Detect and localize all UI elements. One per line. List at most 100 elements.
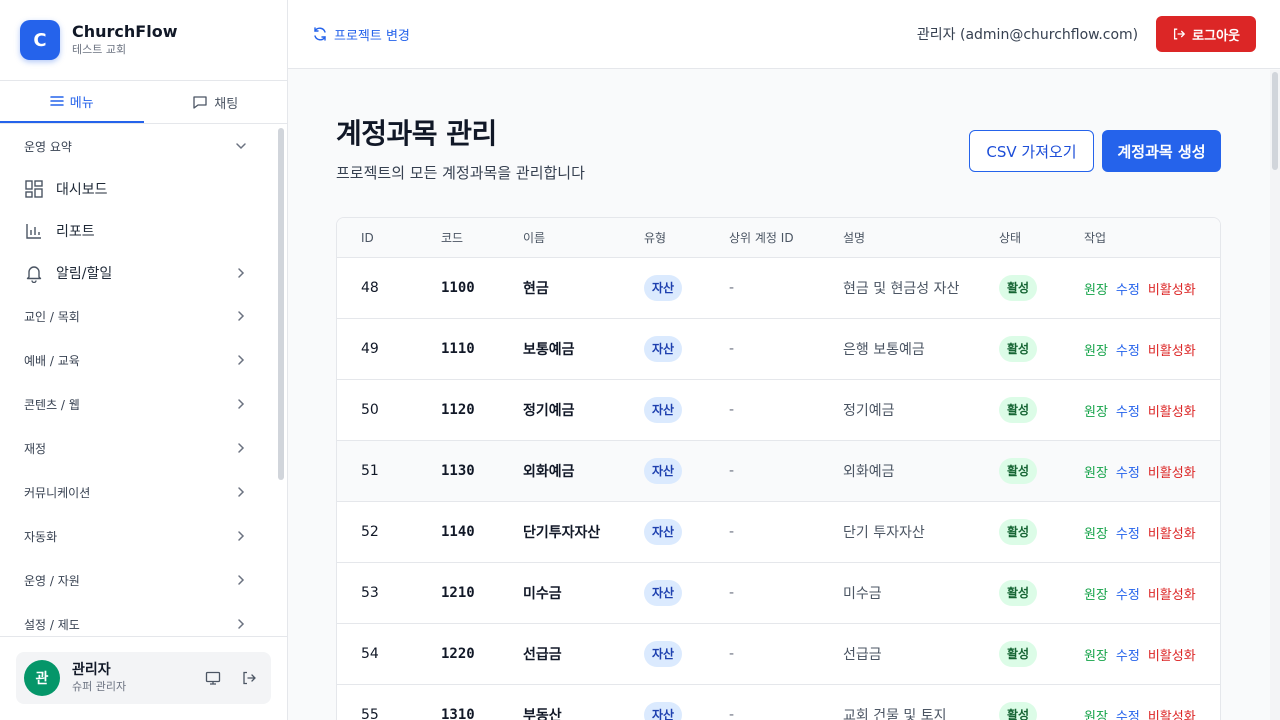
deactivate-link[interactable]: 비활성화: [1148, 523, 1196, 542]
cell-desc: 외화예금: [843, 464, 895, 480]
cell-code: 1100: [441, 280, 475, 296]
ledger-link[interactable]: 원장: [1084, 462, 1108, 481]
logout-icon[interactable]: [235, 664, 263, 692]
nav-group[interactable]: 자동화: [0, 514, 276, 558]
user-role: 슈퍼 관리자: [72, 680, 127, 693]
sidebar-item-reports[interactable]: 리포트: [0, 210, 276, 252]
cell-desc: 단기 투자자산: [843, 525, 925, 541]
nav-group[interactable]: 교인 / 목회: [0, 294, 276, 338]
deactivate-link[interactable]: 비활성화: [1148, 401, 1196, 420]
deactivate-link[interactable]: 비활성화: [1148, 279, 1196, 298]
tab-menu[interactable]: 메뉴: [0, 81, 144, 123]
ledger-link[interactable]: 원장: [1084, 279, 1108, 298]
edit-link[interactable]: 수정: [1116, 645, 1140, 664]
deactivate-link[interactable]: 비활성화: [1148, 584, 1196, 603]
nav-group[interactable]: 커뮤니케이션: [0, 470, 276, 514]
column-header-name: 이름: [523, 231, 546, 245]
ledger-link[interactable]: 원장: [1084, 645, 1108, 664]
deactivate-link[interactable]: 비활성화: [1148, 340, 1196, 359]
side-tabs: 메뉴 채팅: [0, 81, 287, 124]
nav-group[interactable]: 예배 / 교육: [0, 338, 276, 382]
cell-id: 51: [361, 463, 379, 479]
csv-import-button[interactable]: CSV 가져오기: [969, 130, 1094, 172]
deactivate-link[interactable]: 비활성화: [1148, 462, 1196, 481]
ledger-link[interactable]: 원장: [1084, 584, 1108, 603]
status-badge: 활성: [999, 519, 1038, 545]
cell-id: 55: [361, 707, 379, 720]
status-badge: 활성: [999, 458, 1038, 484]
cell-name: 선급금: [523, 647, 562, 663]
chevron-right-icon: [234, 353, 248, 367]
logout-button[interactable]: 로그아웃: [1156, 16, 1256, 52]
ledger-link[interactable]: 원장: [1084, 401, 1108, 420]
tab-chat[interactable]: 채팅: [144, 81, 288, 123]
project-switch-label: 프로젝트 변경: [334, 28, 410, 44]
logout-icon: [1172, 27, 1186, 41]
nav-group-label: 재정: [24, 441, 47, 456]
logout-label: 로그아웃: [1192, 28, 1240, 44]
column-header-code: 코드: [441, 231, 464, 245]
edit-link[interactable]: 수정: [1116, 584, 1140, 603]
menu-icon: [50, 94, 64, 108]
table-row: 53 1210 미수금 자산 - 미수금 활성 원장 수정 비활성화: [337, 563, 1220, 624]
nav-group[interactable]: 설정 / 제도: [0, 602, 276, 636]
main-scrollbar[interactable]: [1272, 72, 1278, 170]
type-badge: 자산: [644, 397, 683, 423]
table-row: 55 1310 부동산 자산 - 교회 건물 및 토지 활성 원장 수정 비활성화: [337, 685, 1220, 720]
nav-group[interactable]: 재정: [0, 426, 276, 470]
nav-group-label: 예배 / 교육: [24, 353, 80, 368]
project-switch-button[interactable]: 프로젝트 변경: [312, 25, 410, 44]
nav-group-label: 설정 / 제도: [24, 617, 80, 632]
cell-code: 1310: [441, 707, 475, 720]
deactivate-link[interactable]: 비활성화: [1148, 706, 1196, 720]
status-badge: 활성: [999, 397, 1038, 423]
edit-link[interactable]: 수정: [1116, 462, 1140, 481]
nav-group[interactable]: 운영 / 자원: [0, 558, 276, 602]
edit-link[interactable]: 수정: [1116, 340, 1140, 359]
nav-group[interactable]: 콘텐츠 / 웹: [0, 382, 276, 426]
type-badge: 자산: [644, 580, 683, 606]
chevron-right-icon: [234, 485, 248, 499]
nav-group-summary[interactable]: 운영 요약: [0, 124, 276, 168]
cell-desc: 미수금: [843, 586, 882, 602]
edit-link[interactable]: 수정: [1116, 401, 1140, 420]
status-badge: 활성: [999, 580, 1038, 606]
column-header-status: 상태: [999, 231, 1022, 245]
create-account-button[interactable]: 계정과목 생성: [1102, 130, 1221, 172]
status-badge: 활성: [999, 702, 1038, 720]
nav-group-label: 교인 / 목회: [24, 309, 80, 324]
monitor-icon[interactable]: [199, 664, 227, 692]
deactivate-link[interactable]: 비활성화: [1148, 645, 1196, 664]
cell-desc: 은행 보통예금: [843, 342, 925, 358]
cell-id: 49: [361, 341, 379, 357]
cell-name: 외화예금: [523, 464, 575, 480]
ledger-link[interactable]: 원장: [1084, 340, 1108, 359]
sidebar-scrollbar[interactable]: [278, 128, 284, 480]
chevron-right-icon: [234, 397, 248, 411]
sidebar-item-dashboard[interactable]: 대시보드: [0, 168, 276, 210]
cell-parent: -: [729, 524, 735, 540]
cell-name: 부동산: [523, 708, 562, 720]
cell-parent: -: [729, 280, 735, 296]
edit-link[interactable]: 수정: [1116, 706, 1140, 720]
cell-code: 1210: [441, 585, 475, 601]
chart-icon: [24, 221, 44, 241]
type-badge: 자산: [644, 519, 683, 545]
nav-group-label: 운영 / 자원: [24, 573, 80, 588]
status-badge: 활성: [999, 275, 1038, 301]
cell-name: 단기투자자산: [523, 525, 601, 541]
column-header-parent: 상위 계정 ID: [729, 231, 794, 245]
chevron-right-icon: [234, 266, 248, 280]
ledger-link[interactable]: 원장: [1084, 523, 1108, 542]
edit-link[interactable]: 수정: [1116, 523, 1140, 542]
ledger-link[interactable]: 원장: [1084, 706, 1108, 720]
cell-desc: 교회 건물 및 토지: [843, 708, 947, 720]
cell-parent: -: [729, 402, 735, 418]
sidebar-item-alerts[interactable]: 알림/할일: [0, 252, 276, 294]
edit-link[interactable]: 수정: [1116, 279, 1140, 298]
accounts-table: ID 코드 이름 유형 상위 계정 ID 설명 상태 작업 48 1100 현금 자산…: [336, 217, 1221, 720]
nav-group-label: 콘텐츠 / 웹: [24, 397, 80, 412]
cell-name: 현금: [523, 281, 549, 297]
refresh-icon: [312, 26, 328, 42]
nav-group-label: 커뮤니케이션: [24, 485, 91, 500]
